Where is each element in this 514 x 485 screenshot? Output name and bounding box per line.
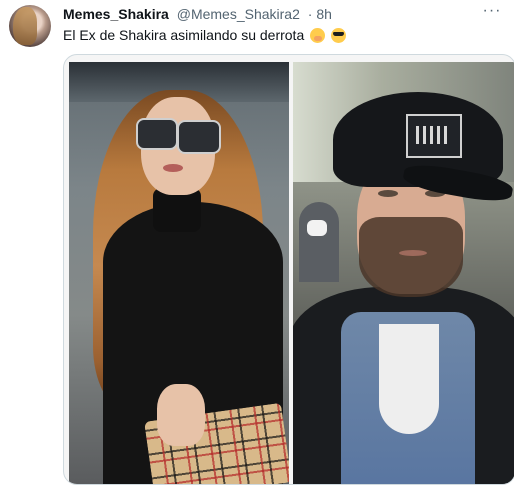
white-shirt	[379, 324, 439, 434]
sunglasses-right-lens	[177, 120, 221, 154]
sunglasses-face-icon	[331, 28, 347, 43]
sunglasses-left-lens	[136, 118, 178, 150]
avatar-portrait	[13, 7, 37, 45]
tweet-time[interactable]: · 8h	[308, 6, 332, 22]
more-options-icon[interactable]: ···	[478, 3, 506, 22]
photo-left[interactable]	[69, 62, 289, 484]
photo-right[interactable]	[293, 62, 514, 484]
background-person	[299, 202, 339, 282]
tweet-text: El Ex de Shakira asimilando su derrota	[63, 27, 347, 43]
avatar[interactable]	[9, 5, 51, 47]
left-eye	[378, 190, 398, 197]
lips	[163, 164, 183, 172]
shushing-face-icon	[310, 28, 326, 43]
tweet-text-content: El Ex de Shakira asimilando su derrota	[63, 27, 305, 43]
author-handle[interactable]: @Memes_Shakira2	[177, 6, 300, 22]
hand	[157, 384, 205, 446]
cap-logo-icon	[406, 114, 462, 158]
mouth	[399, 250, 427, 256]
face-mask	[307, 220, 327, 236]
author-name[interactable]: Memes_Shakira	[63, 6, 169, 22]
tweet-header: Memes_Shakira @Memes_Shakira2 · 8h	[63, 6, 474, 24]
beard	[359, 217, 463, 297]
tweet-media[interactable]	[63, 54, 514, 485]
